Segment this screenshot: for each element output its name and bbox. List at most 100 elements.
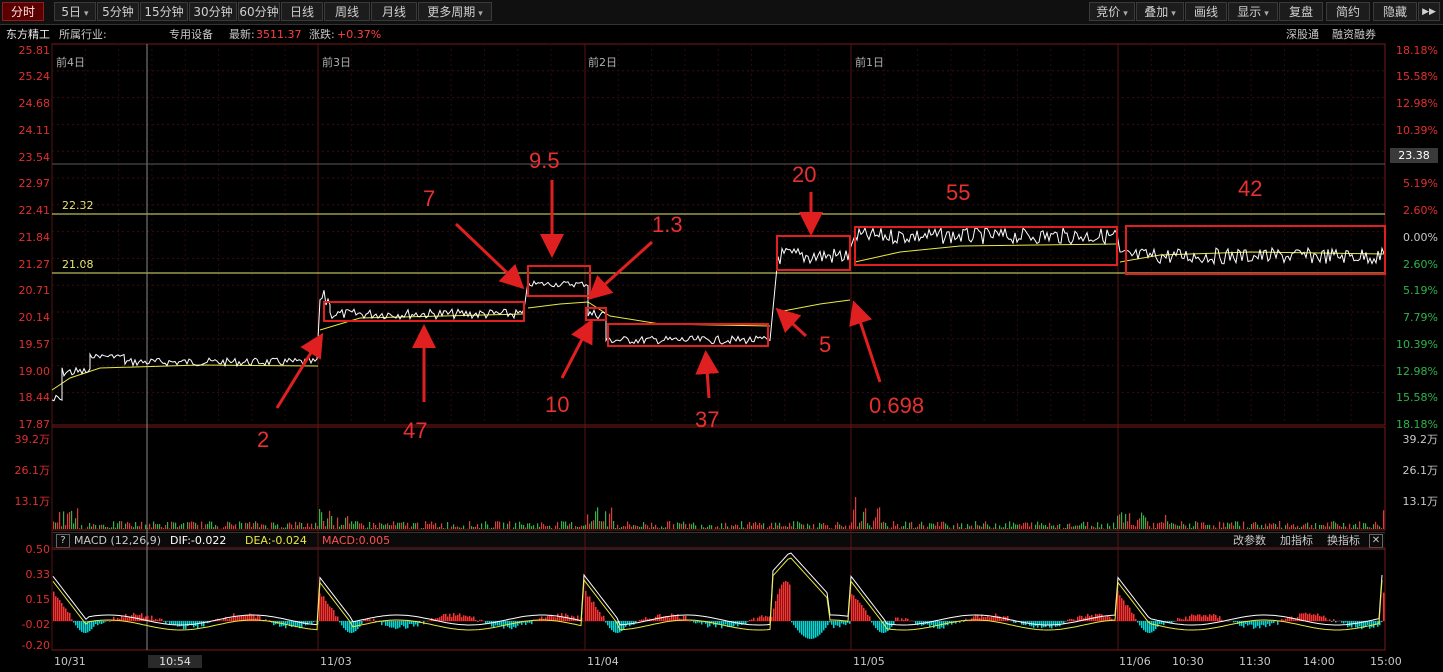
volume-bar <box>895 525 897 529</box>
volume-bar <box>371 528 373 529</box>
volume-bar <box>1175 524 1177 529</box>
macd-bar <box>131 615 133 621</box>
macd-bar <box>405 621 407 629</box>
volume-bar <box>571 522 573 529</box>
macd-bar <box>1065 621 1067 622</box>
macd-bar <box>1079 615 1081 621</box>
volume-bar <box>79 528 81 529</box>
volume-bar <box>693 522 695 529</box>
volume-bar <box>943 521 945 529</box>
volume-bar <box>369 522 371 529</box>
macd-bar <box>875 621 877 629</box>
volume-bar <box>69 511 71 529</box>
macd-bar <box>1043 621 1045 628</box>
volume-bar <box>345 517 347 529</box>
volume-bar <box>931 523 933 529</box>
macd-bar <box>1283 619 1285 621</box>
intraday-chart[interactable] <box>0 0 1443 672</box>
macd-bar <box>827 621 829 626</box>
volume-bar <box>253 523 255 529</box>
volume-bar <box>677 522 679 529</box>
macd-bar <box>611 621 613 631</box>
macd-bar <box>1233 621 1235 623</box>
volume-bar <box>1145 517 1147 529</box>
volume-bar <box>1073 526 1075 529</box>
macd-bar <box>55 596 57 621</box>
volume-bar <box>521 524 523 529</box>
volume-bar <box>1231 522 1233 529</box>
macd-bar <box>895 617 897 621</box>
volume-bar <box>117 523 119 529</box>
annotation-label: 55 <box>946 180 971 205</box>
volume-bar <box>725 522 727 529</box>
volume-bar <box>1285 525 1287 529</box>
macd-bar <box>1191 614 1193 621</box>
macd-bar <box>361 621 363 624</box>
macd-bar <box>1281 618 1283 621</box>
volume-bar <box>1131 524 1133 529</box>
macd-bar <box>491 621 493 627</box>
macd-bar <box>767 616 769 621</box>
volume-bar <box>343 524 345 529</box>
volume-bar <box>163 528 165 529</box>
macd-bar <box>347 621 349 632</box>
macd-bar <box>1383 592 1385 621</box>
volume-bar <box>295 521 297 529</box>
volume-bar <box>619 528 621 529</box>
volume-bar <box>1365 523 1367 529</box>
volume-bar <box>743 527 745 529</box>
macd-bar <box>335 616 337 621</box>
volume-bar <box>1157 523 1159 529</box>
volume-bar <box>1153 522 1155 529</box>
macd-bar <box>99 621 101 624</box>
macd-bar <box>725 621 727 625</box>
macd-bar <box>1323 615 1325 621</box>
macd-bar <box>787 581 789 621</box>
volume-bar <box>93 524 95 529</box>
volume-bar <box>435 523 437 529</box>
macd-bar <box>139 614 141 621</box>
volume-bar <box>515 522 517 529</box>
macd-bar <box>1355 621 1357 628</box>
macd-bar <box>1201 616 1203 621</box>
volume-bar <box>827 525 829 529</box>
macd-bar <box>1269 621 1271 627</box>
volume-bar <box>1041 523 1043 529</box>
volume-bar <box>235 524 237 529</box>
volume-bar <box>1321 525 1323 529</box>
macd-bar <box>301 621 303 628</box>
volume-bar <box>897 524 899 529</box>
annotation-label: 9.5 <box>529 148 560 173</box>
macd-bar <box>841 621 843 624</box>
macd-bar <box>151 615 153 621</box>
macd-bar <box>589 596 591 621</box>
volume-bar <box>771 522 773 529</box>
macd-bar <box>1205 615 1207 621</box>
volume-bar <box>813 524 815 529</box>
volume-bar <box>889 528 891 529</box>
macd-bar <box>61 603 63 621</box>
volume-bar <box>1213 525 1215 529</box>
macd-bar <box>799 621 801 633</box>
macd-bar <box>1221 619 1223 621</box>
volume-bar <box>1169 524 1171 529</box>
volume-bar <box>701 524 703 529</box>
macd-bar <box>1039 621 1041 625</box>
volume-bar <box>361 523 363 529</box>
macd-bar <box>669 617 671 621</box>
volume-bar <box>623 525 625 529</box>
volume-bar <box>653 526 655 529</box>
macd-panel-frame <box>51 547 1386 651</box>
volume-bar <box>333 525 335 529</box>
volume-bar <box>443 528 445 529</box>
macd-bar <box>865 610 867 621</box>
macd-bar <box>1001 618 1003 621</box>
macd-bar <box>341 621 343 626</box>
volume-bar <box>1043 525 1045 529</box>
volume-bar <box>879 507 881 529</box>
volume-bar <box>695 525 697 529</box>
macd-bar <box>287 621 289 625</box>
volume-bar <box>1383 510 1385 529</box>
macd-bar <box>903 619 905 621</box>
volume-bar <box>621 526 623 529</box>
